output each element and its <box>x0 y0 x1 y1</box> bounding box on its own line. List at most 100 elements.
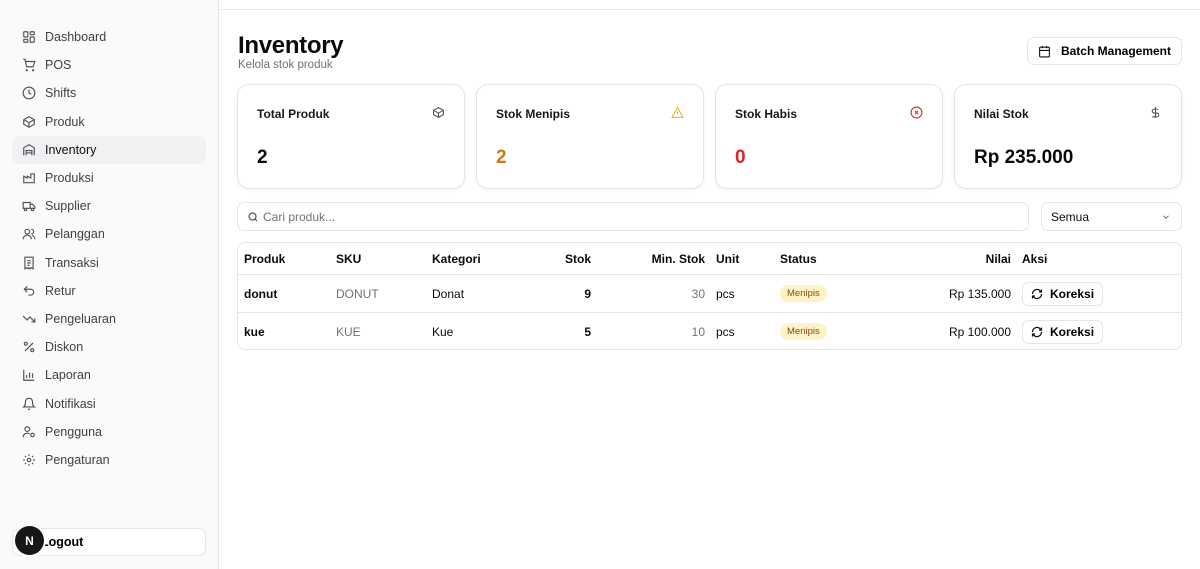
cell-stok: 5 <box>584 324 591 339</box>
table-row: donut DONUT Donat 9 30 pcs Menipis Rp 13… <box>238 275 1181 313</box>
undo-icon <box>22 284 36 298</box>
factory-icon <box>22 171 36 185</box>
status-filter-select[interactable]: Semua <box>1041 202 1182 231</box>
sidebar-item-produksi[interactable]: Produksi <box>12 164 206 192</box>
cell-nilai: Rp 135.000 <box>948 286 1011 301</box>
percent-icon <box>22 340 36 354</box>
users-icon <box>22 227 36 241</box>
sidebar-item-produk[interactable]: Produk <box>12 108 206 136</box>
stat-value: 0 <box>735 147 746 168</box>
koreksi-label: Koreksi <box>1050 286 1095 301</box>
sidebar-item-label: Shifts <box>45 86 77 101</box>
box-icon <box>432 106 445 119</box>
receipt-icon <box>22 256 36 270</box>
cell-status: Menipis <box>780 313 827 350</box>
trending-down-icon <box>22 312 36 326</box>
sidebar: Dashboard POS Shifts Produk Inventory Pr… <box>0 0 219 569</box>
sidebar-item-label: Produksi <box>45 171 94 186</box>
sidebar-item-laporan[interactable]: Laporan <box>12 361 206 389</box>
user-cog-icon <box>22 425 36 439</box>
sidebar-item-diskon[interactable]: Diskon <box>12 333 206 361</box>
column-header-produk: Produk <box>244 251 286 266</box>
sidebar-item-label: Pengeluaran <box>45 311 116 326</box>
search-icon <box>247 211 259 223</box>
sidebar-item-inventory[interactable]: Inventory <box>12 135 206 164</box>
calendar-icon <box>1038 45 1051 58</box>
cell-sku: KUE <box>336 324 361 339</box>
cell-produk: donut <box>244 286 278 301</box>
sidebar-item-shifts[interactable]: Shifts <box>12 79 206 107</box>
stat-card-total-produk: Total Produk 2 <box>237 84 465 189</box>
sidebar-item-label: Produk <box>45 114 85 129</box>
batch-management-button[interactable]: Batch Management <box>1026 37 1182 65</box>
sidebar-item-label: Retur <box>45 283 76 298</box>
cell-kategori: Kue <box>432 324 454 339</box>
sidebar-item-label: Laporan <box>45 368 91 383</box>
column-header-aksi: Aksi <box>1022 251 1048 266</box>
x-circle-icon <box>910 106 923 119</box>
dashboard-icon <box>22 30 36 44</box>
cell-min-stok: 30 <box>691 286 705 301</box>
stat-label: Nilai Stok <box>974 107 1029 121</box>
sidebar-item-label: Notifikasi <box>45 396 96 411</box>
sidebar-item-dashboard[interactable]: Dashboard <box>12 23 206 51</box>
stat-cards: Total Produk 2 Stok Menipis 2 Stok Habis… <box>237 84 1182 189</box>
cell-aksi: Koreksi <box>1022 275 1104 312</box>
sidebar-item-pengeluaran[interactable]: Pengeluaran <box>12 305 206 333</box>
table-header-row: Produk SKU Kategori Stok Min. Stok Unit … <box>238 243 1181 275</box>
cell-nilai: Rp 100.000 <box>948 324 1011 339</box>
sidebar-item-pengguna[interactable]: Pengguna <box>12 418 206 446</box>
main-content: Inventory Kelola stok produk Batch Manag… <box>219 10 1200 569</box>
bar-chart-icon <box>22 368 36 382</box>
sidebar-item-retur[interactable]: Retur <box>12 277 206 305</box>
status-badge: Menipis <box>780 323 827 340</box>
dollar-icon <box>1149 106 1162 119</box>
sidebar-item-pelanggan[interactable]: Pelanggan <box>12 220 206 248</box>
column-header-sku: SKU <box>336 251 362 266</box>
cell-produk: kue <box>244 324 265 339</box>
cell-kategori: Donat <box>432 286 465 301</box>
truck-icon <box>22 199 36 213</box>
batch-management-label: Batch Management <box>1060 44 1171 58</box>
stat-value: 2 <box>496 147 507 168</box>
sidebar-item-label: Transaksi <box>45 255 99 270</box>
stat-label: Stok Habis <box>735 107 798 121</box>
stat-value: Rp 235.000 <box>974 147 1074 168</box>
sidebar-item-label: Pelanggan <box>45 227 105 242</box>
stat-value: 2 <box>257 147 268 168</box>
n-badge[interactable]: N <box>15 526 44 555</box>
sidebar-item-pos[interactable]: POS <box>12 51 206 79</box>
koreksi-button[interactable]: Koreksi <box>1022 319 1104 344</box>
refresh-icon <box>1031 326 1043 338</box>
koreksi-button[interactable]: Koreksi <box>1022 281 1104 306</box>
sidebar-item-transaksi[interactable]: Transaksi <box>12 249 206 277</box>
column-header-stok: Stok <box>564 251 591 266</box>
cell-status: Menipis <box>780 275 827 312</box>
package-icon <box>22 115 36 129</box>
table-row: kue KUE Kue 5 10 pcs Menipis Rp 100.000 … <box>238 313 1181 350</box>
stat-label: Total Produk <box>257 107 330 121</box>
stat-label: Stok Menipis <box>496 107 571 121</box>
warning-icon <box>671 106 684 119</box>
page-title: Inventory <box>238 32 344 59</box>
sidebar-item-label: Supplier <box>45 199 91 214</box>
chevron-down-icon <box>1161 212 1171 222</box>
koreksi-label: Koreksi <box>1050 324 1095 339</box>
sidebar-item-notifikasi[interactable]: Notifikasi <box>12 389 206 417</box>
sidebar-item-label: Pengaturan <box>45 452 110 467</box>
sidebar-item-pengaturan[interactable]: Pengaturan <box>12 446 206 474</box>
search-input[interactable] <box>263 203 1023 230</box>
sidebar-nav: Dashboard POS Shifts Produk Inventory Pr… <box>12 23 206 474</box>
cell-stok: 9 <box>584 286 591 301</box>
sidebar-item-label: POS <box>45 58 72 73</box>
sidebar-item-supplier[interactable]: Supplier <box>12 192 206 220</box>
warehouse-icon <box>22 143 36 157</box>
column-header-unit: Unit <box>716 251 740 266</box>
stat-card-stok-habis: Stok Habis 0 <box>715 84 943 189</box>
cell-unit: pcs <box>716 324 735 339</box>
status-badge: Menipis <box>780 285 827 302</box>
column-header-min-stok: Min. Stok <box>651 251 705 266</box>
column-header-status: Status <box>780 251 817 266</box>
sidebar-item-label: Pengguna <box>45 424 103 439</box>
page-subtitle: Kelola stok produk <box>238 59 333 71</box>
